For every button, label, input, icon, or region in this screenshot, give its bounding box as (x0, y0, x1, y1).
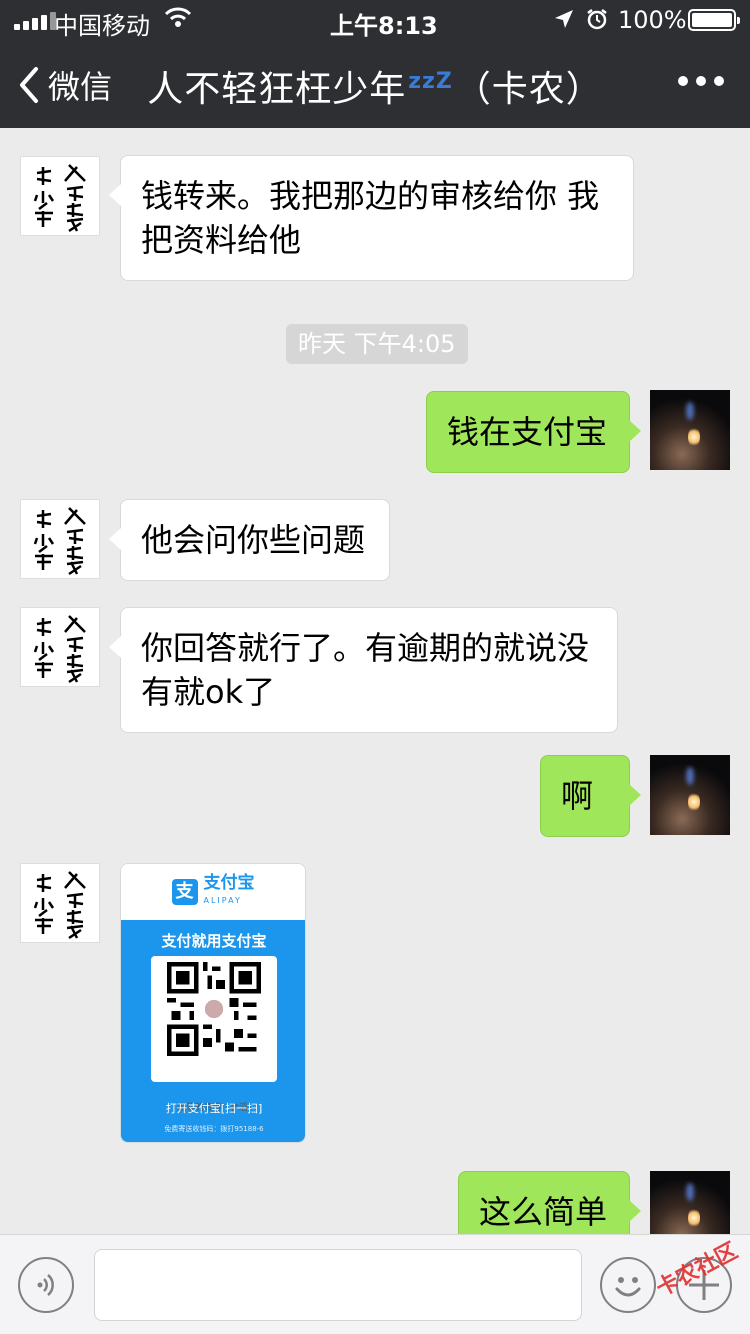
alarm-icon (587, 9, 607, 30)
status-time: 上午8:13 (330, 12, 438, 40)
message-text: 啊 (561, 777, 594, 815)
message-text: 钱在支付宝 (447, 413, 608, 451)
zzz-emoji: zzZ (408, 69, 453, 94)
message-text: 有就ok了 (141, 673, 276, 711)
my-avatar[interactable] (650, 1171, 730, 1234)
message-text: 把资料给他 (141, 221, 302, 259)
friend-avatar[interactable] (20, 607, 100, 687)
smiley-face-icon (615, 1277, 641, 1297)
alipay-brand-cn: 支付宝 (203, 873, 255, 893)
signal-icon (14, 12, 56, 30)
friend-avatar[interactable] (20, 863, 100, 943)
more-icon[interactable] (678, 76, 724, 86)
emoji-icon[interactable] (600, 1257, 656, 1313)
carrier-label: 中国移动 (54, 12, 150, 40)
location-icon (555, 10, 573, 28)
alipay-brand: 支付宝 ALIPAY (204, 874, 255, 910)
alipay-body: 支付就用支付宝 潦草的青春丶(*滔) 打开支付宝[扫一扫] 免费寄送收钱码：拨打… (121, 920, 305, 1142)
nav-bar: 微信 人不轻狂枉少年zzZ（卡农） (0, 40, 750, 128)
message-text: 你回答就行了。有逾期的就说没 (141, 629, 590, 667)
calligraphy-avatar-image (33, 871, 86, 940)
message-text: 他会问你些问题 (141, 521, 366, 559)
chat-title: 人不轻狂枉少年zzZ（卡农） (0, 60, 750, 112)
alipay-fine-print: 免费寄送收钱码：拨打95188-6 (164, 1125, 264, 1133)
alipay-qr-image-message[interactable]: 支 支付宝 ALIPAY 支付就用支付宝 潦草的青春丶(*滔) 打开支付宝[扫一… (120, 863, 306, 1143)
calligraphy-avatar-image (33, 164, 86, 233)
alipay-brand-en: ALIPAY (203, 896, 242, 905)
chat-area[interactable]: 钱转来。我把那边的审核给你 我 把资料给他 昨天 下午4:05 钱在支付宝 他会… (0, 128, 750, 1234)
my-avatar[interactable] (650, 755, 730, 835)
voice-waves-icon (37, 1274, 54, 1296)
message-bubble[interactable]: 你回答就行了。有逾期的就说没 有就ok了 (109, 607, 618, 733)
input-bar (0, 1234, 750, 1334)
chat-title-suffix: （卡农） (454, 69, 603, 110)
battery-icon (688, 9, 740, 31)
qr-code: 潦草的青春丶(*滔) (151, 956, 277, 1113)
calligraphy-avatar-image (33, 507, 86, 576)
message-bubble[interactable]: 钱转来。我把那边的审核给你 我 把资料给他 (109, 155, 634, 281)
status-bar: 中国移动 上午8:13 100% (0, 0, 750, 40)
friend-avatar[interactable] (20, 156, 100, 236)
alipay-logo-icon: 支 (171, 879, 198, 905)
timestamp: 昨天 下午4:05 (286, 324, 468, 364)
voice-icon[interactable] (18, 1257, 74, 1313)
message-text: 这么简单 (479, 1193, 608, 1231)
alipay-scan-hint: 打开支付宝[扫一扫] (165, 1102, 263, 1115)
alipay-header: 支 支付宝 ALIPAY (121, 864, 305, 920)
qr-code-icon (167, 962, 261, 1056)
calligraphy-avatar-image (33, 615, 86, 684)
message-input[interactable] (94, 1249, 582, 1321)
message-bubble-mine[interactable]: 啊 (540, 755, 641, 837)
chat-title-name: 人不轻狂枉少年 (147, 69, 407, 110)
alipay-slogan: 支付就用支付宝 (161, 932, 267, 950)
top-bar: 中国移动 上午8:13 100% 微信 人不轻狂枉少年zzZ（卡农） (0, 0, 750, 128)
friend-avatar[interactable] (20, 499, 100, 579)
message-bubble[interactable]: 他会问你些问题 (109, 499, 390, 581)
message-bubble-mine[interactable]: 钱在支付宝 (426, 391, 641, 473)
message-bubble-mine[interactable]: 这么简单 (458, 1171, 641, 1234)
message-text: 钱转来。我把那边的审核给你 我 (141, 177, 600, 215)
battery-percent: 100% (618, 6, 687, 34)
my-avatar[interactable] (650, 390, 730, 470)
wifi-icon (164, 7, 192, 27)
